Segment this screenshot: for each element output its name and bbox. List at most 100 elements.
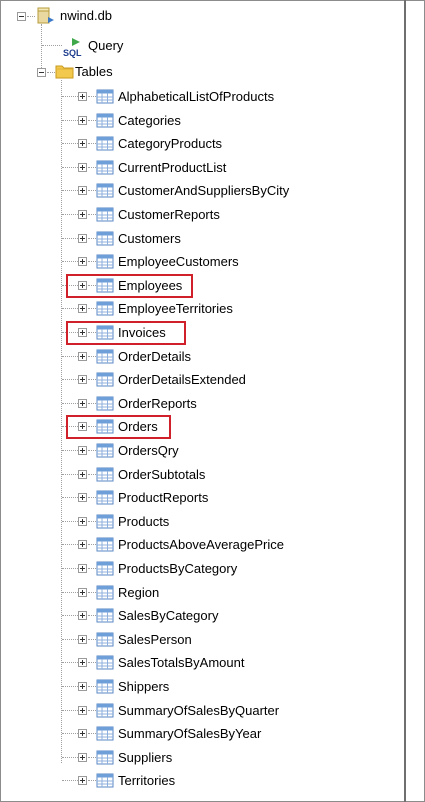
table-expand-toggle[interactable] [78,493,87,502]
table-node-label-salesperson[interactable]: SalesPerson [118,629,192,651]
folder-icon [55,65,74,79]
table-node-label-orderdetails[interactable]: OrderDetails [118,346,191,368]
table-icon [96,443,114,458]
table-expand-toggle[interactable] [78,304,87,313]
table-icon [96,372,114,387]
table-node-label-customerandsuppliersbycity[interactable]: CustomerAndSuppliersByCity [118,180,289,202]
table-icon [96,514,114,529]
table-expand-toggle[interactable] [78,729,87,738]
query-node-label[interactable]: Query [88,35,123,57]
table-expand-toggle[interactable] [78,328,87,337]
table-icon [96,703,114,718]
table-icon [96,160,114,175]
table-icon [96,89,114,104]
table-node-label-categoryproducts[interactable]: CategoryProducts [118,133,222,155]
table-expand-toggle[interactable] [78,399,87,408]
table-icon [96,254,114,269]
table-node-label-suppliers[interactable]: Suppliers [118,747,172,769]
svg-text:SQL: SQL [63,48,82,58]
table-icon [96,231,114,246]
table-icon [96,207,114,222]
table-expand-toggle[interactable] [78,352,87,361]
table-expand-toggle[interactable] [78,540,87,549]
table-expand-toggle[interactable] [78,776,87,785]
table-expand-toggle[interactable] [78,635,87,644]
table-expand-toggle[interactable] [78,706,87,715]
table-node-label-summaryofsalesbyquarter[interactable]: SummaryOfSalesByQuarter [118,700,279,722]
table-expand-toggle[interactable] [78,422,87,431]
table-expand-toggle[interactable] [78,658,87,667]
table-icon [96,632,114,647]
table-node-label-currentproductlist[interactable]: CurrentProductList [118,157,226,179]
table-icon [96,183,114,198]
table-icon [96,419,114,434]
table-expand-toggle[interactable] [78,163,87,172]
table-expand-toggle[interactable] [78,588,87,597]
table-node-label-employeeterritories[interactable]: EmployeeTerritories [118,298,233,320]
table-expand-toggle[interactable] [78,517,87,526]
table-expand-toggle[interactable] [78,753,87,762]
table-expand-toggle[interactable] [78,564,87,573]
table-node-label-orders[interactable]: Orders [118,416,158,438]
table-expand-toggle[interactable] [78,116,87,125]
table-icon [96,136,114,151]
table-node-label-salestotalsbyamount[interactable]: SalesTotalsByAmount [118,652,244,674]
tables-collapse-toggle[interactable] [37,68,46,77]
table-expand-toggle[interactable] [78,92,87,101]
table-node-label-employeecustomers[interactable]: EmployeeCustomers [118,251,239,273]
table-icon [96,278,114,293]
table-icon [96,726,114,741]
table-node-label-shippers[interactable]: Shippers [118,676,169,698]
root-collapse-toggle[interactable] [17,12,26,21]
table-node-label-ordersqry[interactable]: OrdersQry [118,440,179,462]
table-icon [96,113,114,128]
table-expand-toggle[interactable] [78,234,87,243]
table-node-label-summaryofsalesbyyear[interactable]: SummaryOfSalesByYear [118,723,261,745]
table-icon [96,325,114,340]
root-node-label[interactable]: nwind.db [60,5,112,27]
table-node-label-productsbycategory[interactable]: ProductsByCategory [118,558,237,580]
table-node-label-orderdetailsextended[interactable]: OrderDetailsExtended [118,369,246,391]
table-expand-toggle[interactable] [78,611,87,620]
table-node-label-salesbycategory[interactable]: SalesByCategory [118,605,218,627]
table-expand-toggle[interactable] [78,682,87,691]
table-icon [96,467,114,482]
table-expand-toggle[interactable] [78,281,87,290]
table-node-label-orderreports[interactable]: OrderReports [118,393,197,415]
sql-query-icon: SQL [63,38,82,58]
table-expand-toggle[interactable] [78,257,87,266]
object-explorer-tree: nwind.db SQL Query Tables AlphabeticalLi… [0,0,404,802]
table-icon [96,301,114,316]
table-expand-toggle[interactable] [78,186,87,195]
table-icon [96,537,114,552]
table-expand-toggle[interactable] [78,375,87,384]
table-node-label-employees[interactable]: Employees [118,275,182,297]
table-icon [96,679,114,694]
tables-folder-label[interactable]: Tables [75,61,113,83]
database-icon [37,7,54,24]
table-node-label-customers[interactable]: Customers [118,228,181,250]
table-icon [96,655,114,670]
table-icon [96,585,114,600]
table-node-label-alphabeticallistofproducts[interactable]: AlphabeticalListOfProducts [118,86,274,108]
table-node-label-ordersubtotals[interactable]: OrderSubtotals [118,464,205,486]
table-expand-toggle[interactable] [78,139,87,148]
table-icon [96,490,114,505]
table-icon [96,608,114,623]
table-expand-toggle[interactable] [78,470,87,479]
table-icon [96,349,114,364]
table-expand-toggle[interactable] [78,446,87,455]
table-node-label-region[interactable]: Region [118,582,159,604]
table-node-label-categories[interactable]: Categories [118,110,181,132]
table-node-label-productreports[interactable]: ProductReports [118,487,208,509]
panel-splitter[interactable] [404,0,406,802]
table-node-label-customerreports[interactable]: CustomerReports [118,204,220,226]
table-node-label-productsaboveaverageprice[interactable]: ProductsAboveAveragePrice [118,534,284,556]
table-icon [96,750,114,765]
table-icon [96,773,114,788]
table-expand-toggle[interactable] [78,210,87,219]
table-icon [96,396,114,411]
table-node-label-products[interactable]: Products [118,511,169,533]
table-node-label-invoices[interactable]: Invoices [118,322,166,344]
table-node-label-territories[interactable]: Territories [118,770,175,792]
